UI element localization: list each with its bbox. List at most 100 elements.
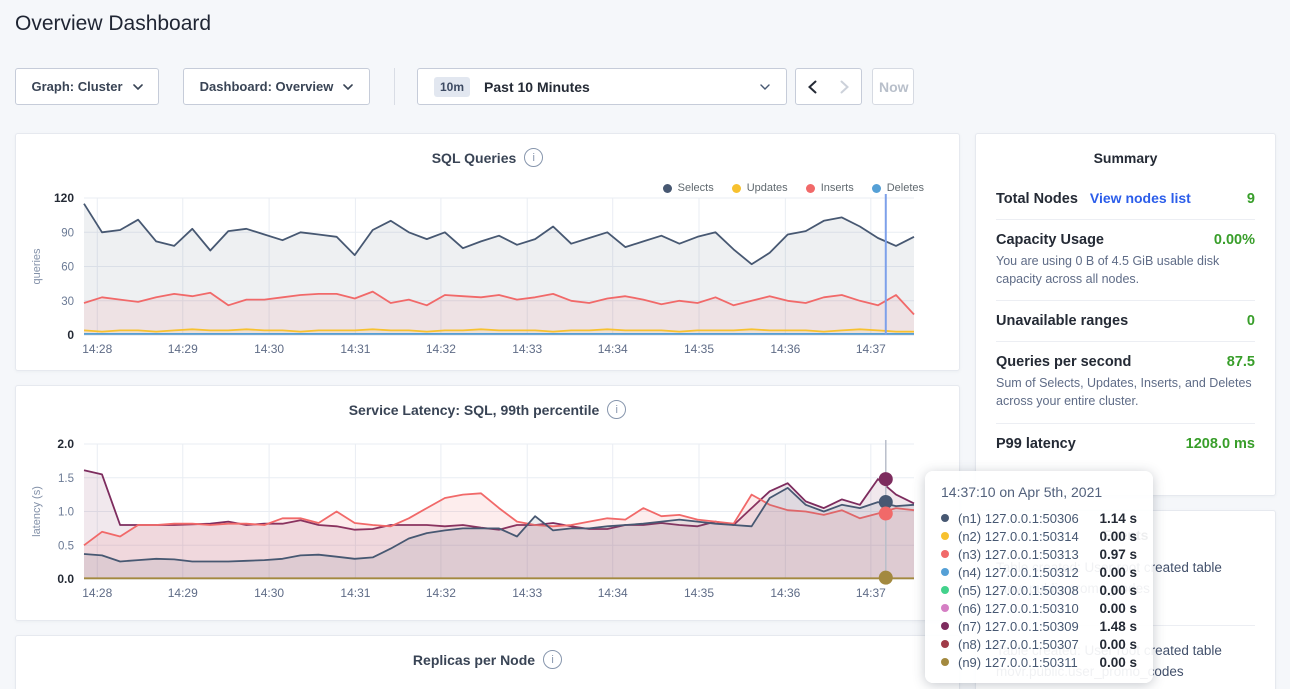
graph-scope-dropdown[interactable]: Graph: Cluster <box>15 68 159 105</box>
svg-text:14:31: 14:31 <box>340 586 370 600</box>
node-color-dot-icon <box>941 622 949 630</box>
chevron-down-icon <box>343 84 353 90</box>
svg-text:14:29: 14:29 <box>168 586 198 600</box>
summary-row-value: 9 <box>1247 191 1255 207</box>
tooltip-node-row: (n3) 127.0.0.1:503130.97 s <box>941 545 1137 563</box>
time-range-picker[interactable]: 10m Past 10 Minutes <box>417 68 787 105</box>
summary-row-value: 1208.0 ms <box>1186 436 1255 452</box>
summary-divider <box>996 219 1255 220</box>
tooltip-rows: (n1) 127.0.0.1:503061.14 s(n2) 127.0.0.1… <box>941 509 1137 671</box>
node-color-dot-icon <box>941 604 949 612</box>
svg-text:14:28: 14:28 <box>82 342 112 356</box>
info-icon[interactable]: i <box>607 400 626 419</box>
svg-text:90: 90 <box>61 227 74 239</box>
node-color-dot-icon <box>941 532 949 540</box>
page-title: Overview Dashboard <box>15 12 211 36</box>
svg-text:14:36: 14:36 <box>770 586 800 600</box>
svg-text:14:32: 14:32 <box>426 586 456 600</box>
sql-queries-card: SQL Queries i SelectsUpdatesInsertsDelet… <box>15 133 960 371</box>
tooltip-node-address: (n7) 127.0.0.1:50309 <box>958 619 1099 634</box>
summary-divider <box>996 341 1255 342</box>
service-latency-svg[interactable]: 0.00.51.01.52.014:2814:2914:3014:3114:32… <box>24 436 954 606</box>
tooltip-node-value: 0.00 s <box>1099 583 1137 598</box>
chevron-down-icon <box>760 84 770 90</box>
info-icon[interactable]: i <box>543 650 562 669</box>
summary-divider <box>996 300 1255 301</box>
tooltip-node-value: 1.14 s <box>1099 511 1137 526</box>
graph-scope-label: Graph: Cluster <box>31 79 122 94</box>
summary-row-label: P99 latency <box>996 436 1076 452</box>
summary-row-value: 0 <box>1247 313 1255 329</box>
replicas-chart-title: Replicas per Node <box>413 652 535 668</box>
sql-queries-chart-title: SQL Queries <box>432 150 517 166</box>
tooltip-node-value: 0.00 s <box>1099 565 1137 580</box>
tooltip-node-address: (n5) 127.0.0.1:50308 <box>958 583 1099 598</box>
tooltip-node-address: (n9) 127.0.0.1:50311 <box>958 655 1099 670</box>
service-latency-chart[interactable]: 0.00.51.01.52.014:2814:2914:3014:3114:32… <box>24 436 954 611</box>
summary-row: Capacity Usage 0.00% <box>996 232 1255 248</box>
tooltip-timestamp: 14:37:10 on Apr 5th, 2021 <box>941 484 1137 500</box>
view-nodes-list-link[interactable]: View nodes list <box>1090 190 1191 206</box>
tooltip-node-address: (n4) 127.0.0.1:50312 <box>958 565 1099 580</box>
svg-text:14:30: 14:30 <box>254 586 284 600</box>
chevron-down-icon <box>133 84 143 90</box>
summary-divider <box>996 423 1255 424</box>
svg-text:14:37: 14:37 <box>856 342 886 356</box>
svg-text:120: 120 <box>54 191 74 205</box>
now-button-disabled[interactable]: Now <box>872 68 914 105</box>
crosshair-dot <box>879 472 893 486</box>
service-latency-card: Service Latency: SQL, 99th percentile i … <box>15 385 960 621</box>
replicas-per-node-card: Replicas per Node i <box>15 635 960 689</box>
tooltip-node-address: (n3) 127.0.0.1:50313 <box>958 547 1099 562</box>
svg-text:30: 30 <box>61 296 74 308</box>
tooltip-node-row: (n9) 127.0.0.1:503110.00 s <box>941 653 1137 671</box>
chart-title-row: Service Latency: SQL, 99th percentile i <box>16 400 959 419</box>
svg-text:latency (s): latency (s) <box>31 486 43 537</box>
crosshair-dot <box>879 571 893 585</box>
sql-queries-svg[interactable]: 030609012014:2814:2914:3014:3114:3214:33… <box>24 190 954 362</box>
chart-title-row: SQL Queries i <box>16 148 959 167</box>
summary-panel: Summary Total NodesView nodes list9Capac… <box>975 133 1276 496</box>
summary-row-label: Capacity Usage <box>996 232 1104 248</box>
tooltip-node-row: (n8) 127.0.0.1:503070.00 s <box>941 635 1137 653</box>
svg-text:14:34: 14:34 <box>598 586 628 600</box>
svg-text:60: 60 <box>61 262 74 274</box>
summary-row: Queries per second87.5 <box>996 354 1255 370</box>
crosshair-dot <box>879 507 893 521</box>
summary-row-value: 87.5 <box>1227 354 1255 370</box>
svg-text:queries: queries <box>31 248 43 285</box>
node-color-dot-icon <box>941 514 949 522</box>
tooltip-node-value: 0.00 s <box>1099 655 1137 670</box>
chart-hover-tooltip: 14:37:10 on Apr 5th, 2021 (n1) 127.0.0.1… <box>925 471 1153 683</box>
tooltip-node-address: (n8) 127.0.0.1:50307 <box>958 637 1099 652</box>
svg-text:14:34: 14:34 <box>598 342 628 356</box>
svg-text:14:35: 14:35 <box>684 342 714 356</box>
tooltip-node-value: 0.97 s <box>1099 547 1137 562</box>
svg-text:14:33: 14:33 <box>512 342 542 356</box>
summary-row: Unavailable ranges 0 <box>996 313 1255 329</box>
tooltip-node-row: (n2) 127.0.0.1:503140.00 s <box>941 527 1137 545</box>
time-prev-button[interactable] <box>795 68 829 105</box>
node-color-dot-icon <box>941 568 949 576</box>
svg-text:1.0: 1.0 <box>58 507 74 519</box>
dashboard-dropdown[interactable]: Dashboard: Overview <box>183 68 370 105</box>
summary-row-value: 0.00% <box>1214 232 1255 248</box>
tooltip-node-value: 0.00 s <box>1099 529 1137 544</box>
summary-row: Total Nodes View nodes list 9 <box>996 190 1255 207</box>
svg-text:14:29: 14:29 <box>168 342 198 356</box>
tooltip-node-address: (n1) 127.0.0.1:50306 <box>958 511 1099 526</box>
summary-row-label: Total Nodes <box>996 191 1078 207</box>
sql-queries-chart[interactable]: 030609012014:2814:2914:3014:3114:3214:33… <box>24 190 954 367</box>
service-latency-chart-title: Service Latency: SQL, 99th percentile <box>349 402 600 418</box>
node-color-dot-icon <box>941 658 949 666</box>
summary-row-label: Unavailable ranges <box>996 313 1128 329</box>
time-next-button-disabled[interactable] <box>828 68 862 105</box>
tooltip-node-value: 0.00 s <box>1099 601 1137 616</box>
summary-rows: Total Nodes View nodes list 9 Capacity Usag… <box>976 166 1275 452</box>
dashboard-label: Dashboard: Overview <box>200 79 334 94</box>
node-color-dot-icon <box>941 640 949 648</box>
tooltip-node-address: (n6) 127.0.0.1:50310 <box>958 601 1099 616</box>
info-icon[interactable]: i <box>524 148 543 167</box>
svg-text:14:28: 14:28 <box>82 586 112 600</box>
svg-text:0: 0 <box>67 328 74 342</box>
